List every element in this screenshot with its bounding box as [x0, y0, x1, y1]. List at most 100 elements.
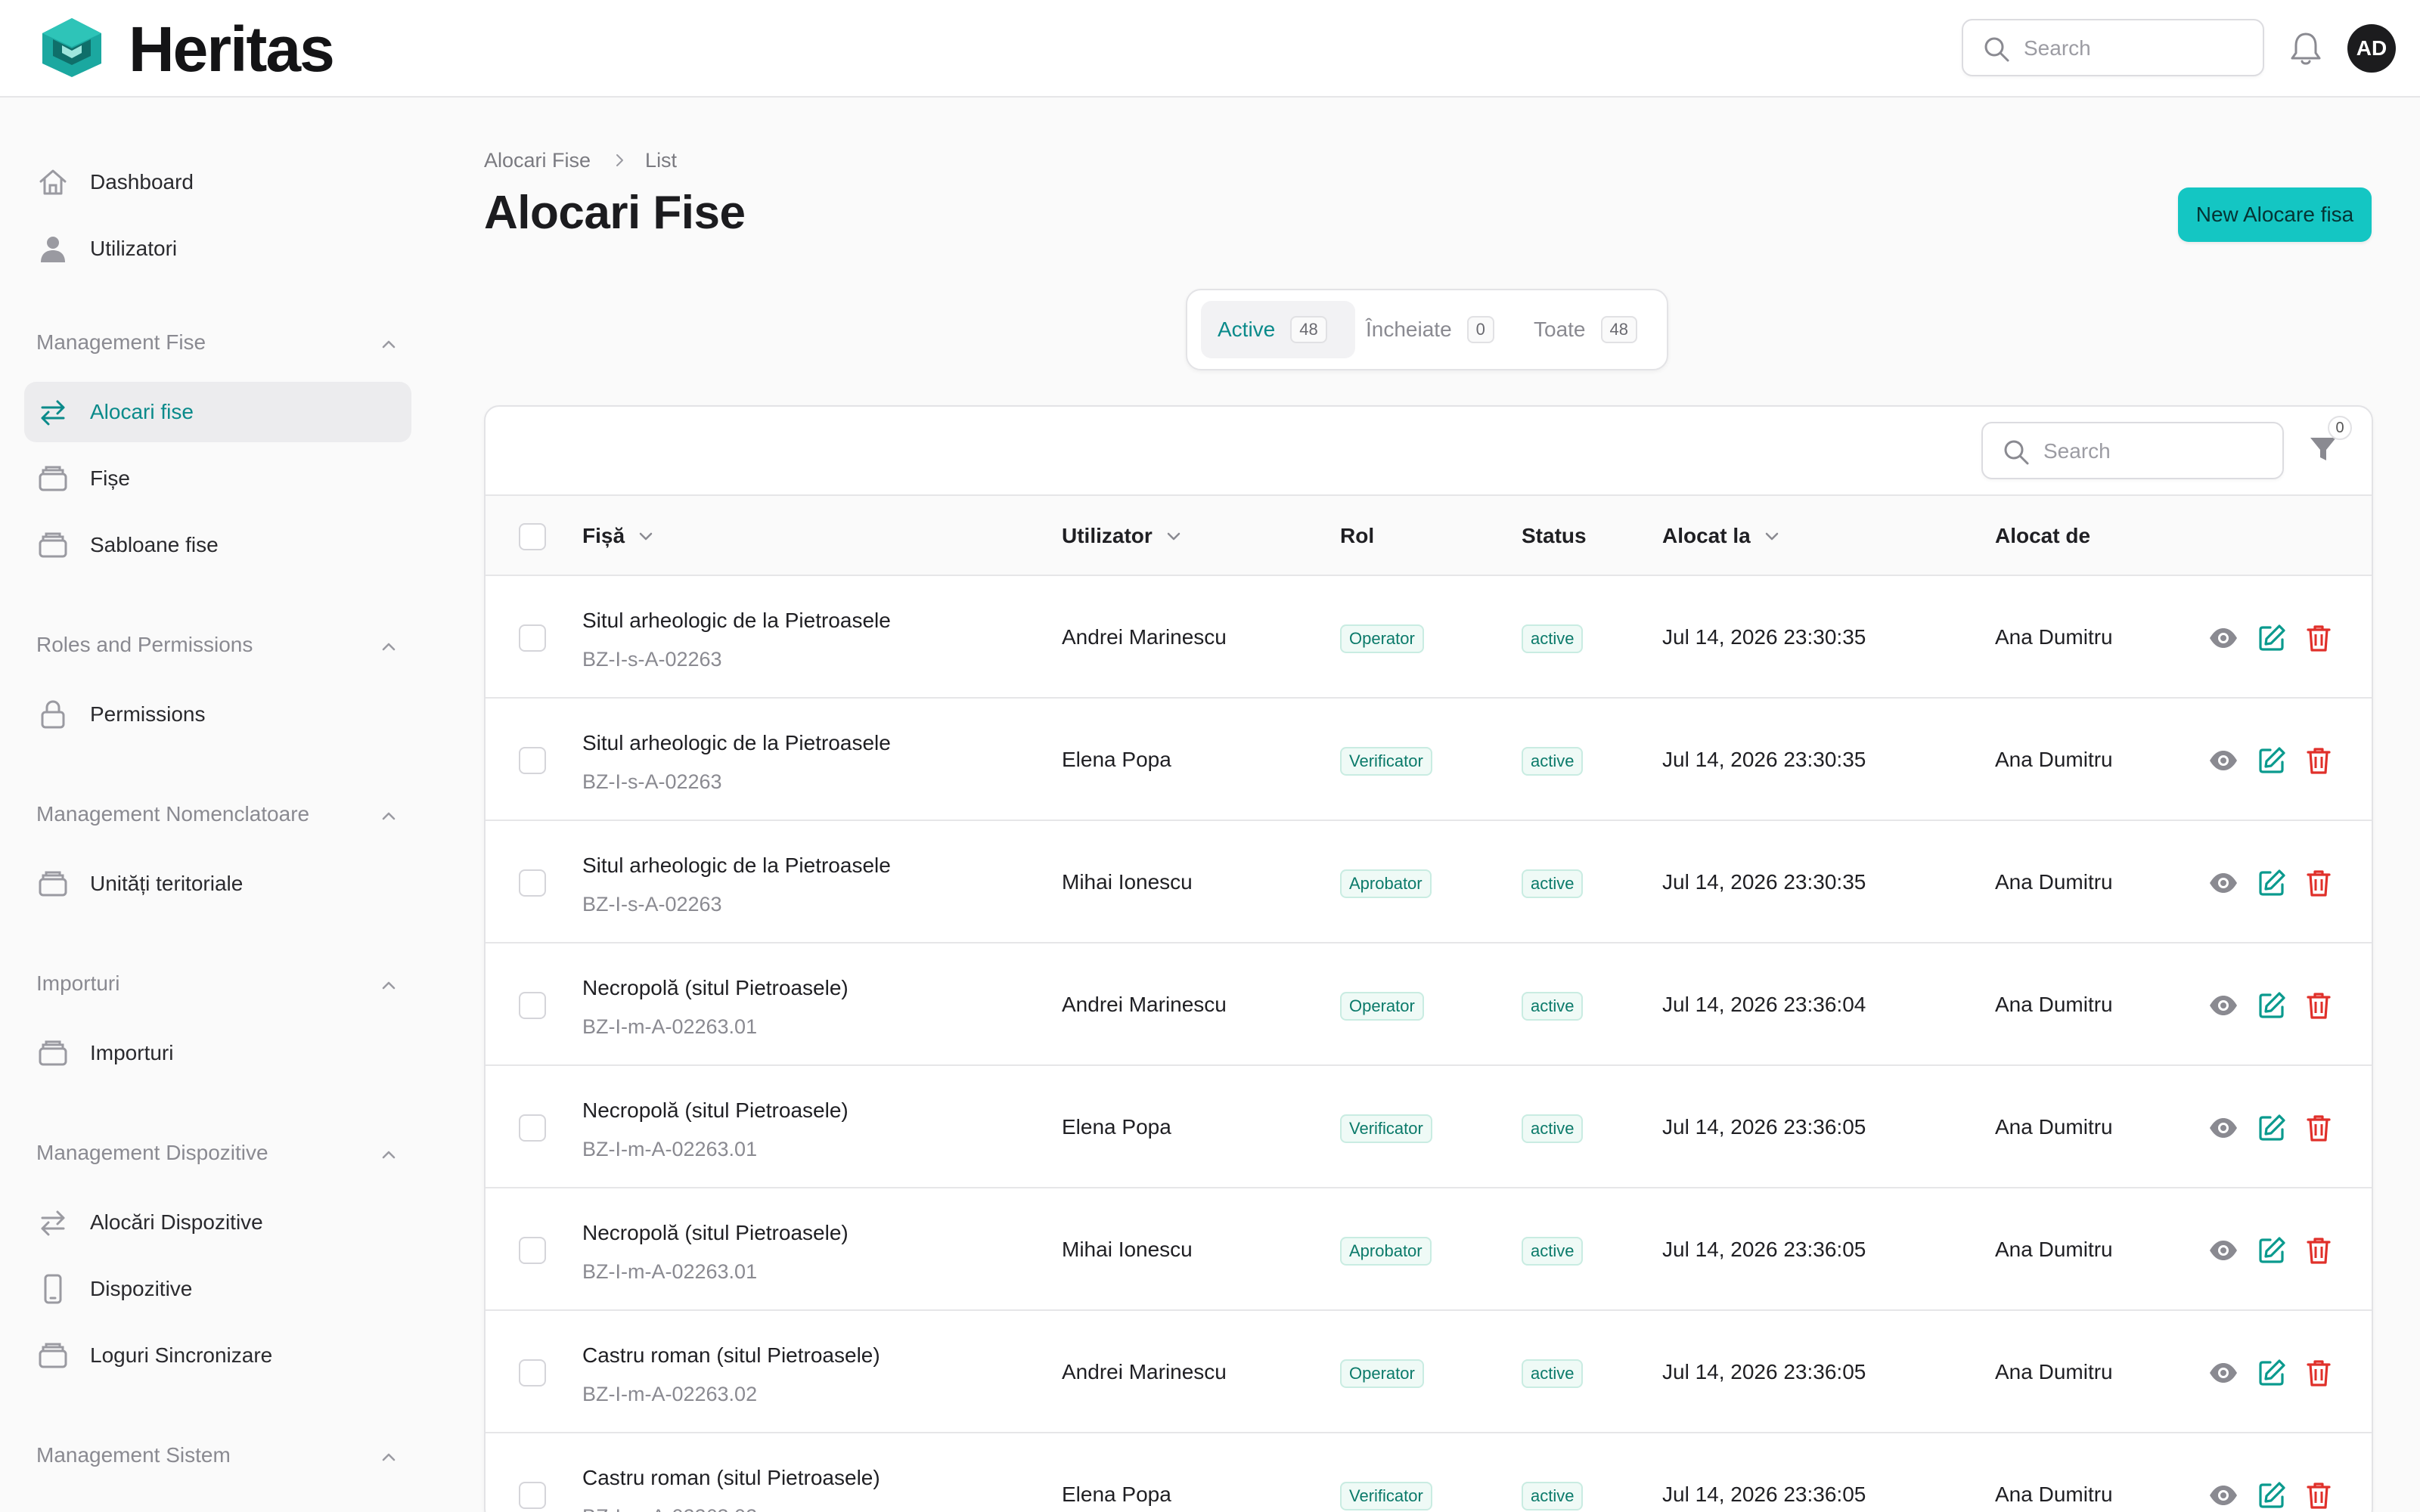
sidebar-group-sistem[interactable]: Management Sistem	[36, 1442, 399, 1472]
column-header-label: Rol	[1340, 524, 1375, 547]
brand-name[interactable]: Heritas	[129, 14, 335, 85]
alocat-la-cell: Jul 14, 2026 23:36:05	[1662, 1360, 1866, 1383]
view-icon[interactable]	[2208, 1480, 2238, 1510]
view-icon[interactable]	[2208, 1113, 2238, 1143]
trash-icon[interactable]	[2304, 868, 2334, 898]
edit-icon[interactable]	[2257, 1358, 2287, 1388]
select-all-checkbox[interactable]	[519, 523, 546, 550]
avatar[interactable]: AD	[2347, 24, 2396, 73]
trash-icon[interactable]	[2304, 1358, 2334, 1388]
utilizator-cell: Elena Popa	[1062, 1483, 1171, 1506]
trash-icon[interactable]	[2304, 1113, 2334, 1143]
row-checkbox[interactable]	[519, 869, 546, 897]
sidebar-group-dispozitive[interactable]: Management Dispozitive	[36, 1139, 399, 1170]
sidebar-item-dashboard[interactable]: Dashboard	[24, 152, 411, 212]
row-checkbox[interactable]	[519, 992, 546, 1019]
phone-icon	[44, 1274, 62, 1304]
global-search-input[interactable]	[2024, 31, 2251, 66]
tab-incheiate[interactable]: Încheiate 0	[1366, 301, 1517, 358]
edit-icon[interactable]	[2257, 868, 2287, 898]
sidebar-item-unitati-teritoriale[interactable]: Unități teritoriale	[24, 854, 411, 914]
sidebar-group-management-fise[interactable]: Management Fise	[36, 329, 399, 359]
sidebar-group-roles[interactable]: Roles and Permissions	[36, 631, 399, 662]
row-checkbox[interactable]	[519, 624, 546, 652]
fisa-title[interactable]: Necropolă (situl Pietroasele)	[582, 1098, 849, 1123]
edit-icon[interactable]	[2257, 1113, 2287, 1143]
table-search-input[interactable]	[2043, 434, 2270, 469]
sidebar-item-importuri[interactable]: Importuri	[24, 1023, 411, 1083]
edit-icon[interactable]	[2257, 745, 2287, 776]
edit-icon[interactable]	[2257, 1235, 2287, 1266]
fisa-title[interactable]: Situl arheologic de la Pietroasele	[582, 853, 891, 878]
sidebar-item-label: Fișe	[90, 466, 130, 490]
trash-icon[interactable]	[2304, 990, 2334, 1021]
tab-label: Toate	[1534, 318, 1586, 341]
status-badge: active	[1522, 1359, 1584, 1388]
edit-icon[interactable]	[2257, 623, 2287, 653]
sidebar-item-dispozitive[interactable]: Dispozitive	[24, 1259, 411, 1319]
row-checkbox[interactable]	[519, 1482, 546, 1509]
heritas-logo-icon[interactable]	[39, 17, 104, 79]
breadcrumb-item[interactable]: Alocari Fise	[484, 148, 591, 172]
tab-count-badge: 0	[1466, 316, 1494, 343]
sidebar-item-loguri-sincronizare[interactable]: Loguri Sincronizare	[24, 1325, 411, 1386]
new-alocare-button[interactable]: New Alocare fisa	[2178, 187, 2372, 242]
fisa-title[interactable]: Necropolă (situl Pietroasele)	[582, 975, 849, 1001]
chevron-up-icon[interactable]	[378, 1446, 399, 1467]
fisa-title[interactable]: Situl arheologic de la Pietroasele	[582, 730, 891, 756]
row-checkbox[interactable]	[519, 1237, 546, 1264]
sidebar-item-alocari-fise[interactable]: Alocari fise	[24, 382, 411, 442]
chevron-up-icon[interactable]	[378, 974, 399, 996]
sidebar-item-permissions[interactable]: Permissions	[24, 684, 411, 745]
column-header-fisa[interactable]: Fișă	[582, 523, 655, 549]
sidebar-item-alocari-dispozitive[interactable]: Alocări Dispozitive	[24, 1192, 411, 1253]
view-icon[interactable]	[2208, 745, 2238, 776]
tab-toate[interactable]: Toate 48	[1534, 301, 1655, 358]
status-badge: active	[1522, 1482, 1584, 1510]
chevron-up-icon[interactable]	[378, 333, 399, 355]
view-icon[interactable]	[2208, 623, 2238, 653]
sidebar-group-importuri[interactable]: Importuri	[36, 970, 399, 1000]
table-toolbar: 0	[486, 407, 2372, 496]
sidebar-group-nomenclatoare[interactable]: Management Nomenclatoare	[36, 801, 399, 831]
alocat-la-cell: Jul 14, 2026 23:36:05	[1662, 1483, 1866, 1506]
row-checkbox[interactable]	[519, 747, 546, 774]
sidebar-group-label: Management Dispozitive	[36, 1141, 268, 1164]
chevron-up-icon[interactable]	[378, 636, 399, 657]
fisa-title[interactable]: Situl arheologic de la Pietroasele	[582, 608, 891, 634]
edit-icon[interactable]	[2257, 1480, 2287, 1510]
fisa-title[interactable]: Necropolă (situl Pietroasele)	[582, 1220, 849, 1246]
alocat-de-cell: Ana Dumitru	[1995, 1115, 2113, 1139]
status-tabs: Active 48 Încheiate 0 Toate 48	[1186, 289, 1668, 370]
fisa-code: BZ-I-m-A-02263.01	[582, 1015, 758, 1038]
view-icon[interactable]	[2208, 868, 2238, 898]
tab-active[interactable]: Active 48	[1201, 301, 1355, 358]
table-search[interactable]	[1981, 422, 2284, 479]
trash-icon[interactable]	[2304, 1480, 2334, 1510]
view-icon[interactable]	[2208, 1235, 2238, 1266]
view-icon[interactable]	[2208, 1358, 2238, 1388]
bell-icon[interactable]	[2288, 30, 2323, 67]
column-header-alocat-la[interactable]: Alocat la	[1662, 523, 1781, 549]
chevron-up-icon[interactable]	[378, 805, 399, 826]
trash-icon[interactable]	[2304, 1235, 2334, 1266]
edit-icon[interactable]	[2257, 990, 2287, 1021]
fisa-title[interactable]: Castru roman (situl Pietroasele)	[582, 1465, 880, 1491]
row-checkbox[interactable]	[519, 1114, 546, 1142]
trash-icon[interactable]	[2304, 623, 2334, 653]
global-search[interactable]	[1962, 19, 2264, 76]
arrows-swap-icon	[41, 1210, 65, 1236]
view-icon[interactable]	[2208, 990, 2238, 1021]
row-checkbox[interactable]	[519, 1359, 546, 1387]
sidebar-item-utilizatori[interactable]: Utilizatori	[24, 218, 411, 279]
column-header-utilizator[interactable]: Utilizator	[1062, 523, 1183, 549]
trash-icon[interactable]	[2304, 745, 2334, 776]
utilizator-cell: Andrei Marinescu	[1062, 625, 1227, 649]
fisa-title[interactable]: Castru roman (situl Pietroasele)	[582, 1343, 880, 1368]
status-badge: active	[1522, 1114, 1584, 1143]
sidebar-item-fise[interactable]: Fișe	[24, 448, 411, 509]
sidebar-item-sabloane-fise[interactable]: Sabloane fise	[24, 515, 411, 575]
table-row: Necropolă (situl Pietroasele) BZ-I-m-A-0…	[486, 1188, 2372, 1311]
chevron-up-icon[interactable]	[378, 1144, 399, 1165]
alocat-la-cell: Jul 14, 2026 23:36:05	[1662, 1115, 1866, 1139]
